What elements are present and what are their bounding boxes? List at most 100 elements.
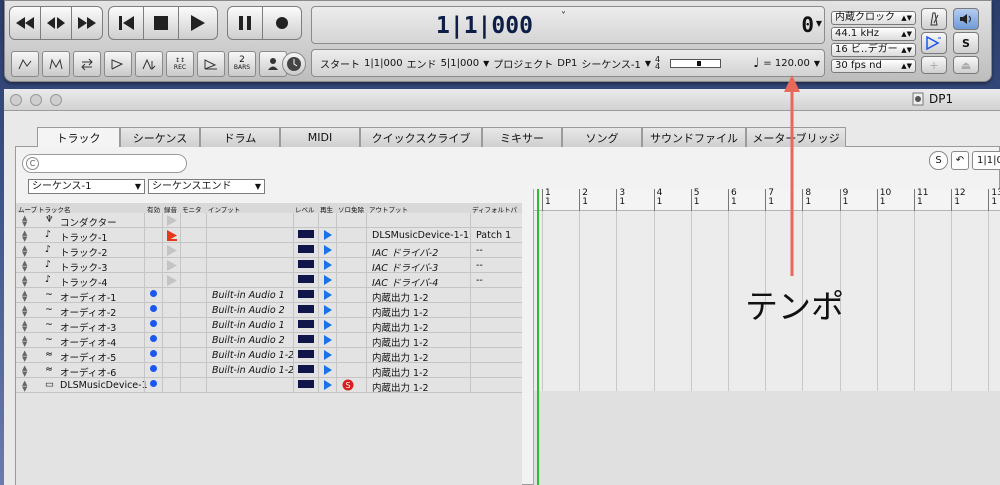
track-row[interactable]: ▲ ▼ ∼ オーディオ-4 Built-in Audio 2 内蔵出力 1-2: [16, 333, 522, 349]
track-row[interactable]: ▲ ▼ ♪ トラック-3 IAC ドライバ-3 --: [16, 258, 522, 274]
ruler-bar[interactable]: 11 1: [914, 189, 928, 211]
track-output[interactable]: 内蔵出力 1-2: [372, 290, 429, 304]
track-name[interactable]: DLSMusicDevice-1: [60, 380, 148, 391]
return-to-zero-button[interactable]: [108, 6, 144, 40]
timeline-s-button[interactable]: S: [929, 151, 948, 170]
frame-rate-select[interactable]: 30 fps nd ▲▼: [831, 59, 916, 73]
ruler-bar[interactable]: 12 1: [951, 189, 966, 211]
tab-5[interactable]: ミキサー: [482, 127, 562, 147]
level-meter[interactable]: [298, 290, 314, 298]
ruler-bar[interactable]: 71: [765, 189, 774, 211]
move-handle-icon[interactable]: ▲ ▼: [22, 305, 27, 318]
pause-button[interactable]: [227, 6, 263, 40]
speaker-button[interactable]: [953, 8, 979, 30]
record-enable-icon[interactable]: [167, 275, 177, 286]
track-input[interactable]: Built-in Audio 1: [212, 320, 285, 331]
column-header-5[interactable]: インプット: [208, 204, 240, 213]
track-name[interactable]: トラック-2: [60, 245, 107, 259]
track-input[interactable]: Built-in Audio 2: [212, 335, 285, 346]
move-handle-icon[interactable]: ▲ ▼: [22, 275, 27, 288]
fast-forward-button[interactable]: [71, 6, 103, 40]
enabled-dot-icon[interactable]: [150, 365, 157, 372]
sample-rate-select[interactable]: 44.1 kHz ▲▼: [831, 27, 916, 41]
track-patch[interactable]: Patch 1: [476, 230, 511, 241]
track-input[interactable]: Built-in Audio 1-2: [212, 365, 294, 376]
metronome-button[interactable]: [921, 8, 947, 30]
track-row[interactable]: ▲ ▼ ▭ DLSMusicDevice-1 S 内蔵出力 1-2: [16, 378, 522, 394]
level-meter[interactable]: [298, 380, 314, 388]
meter-signature[interactable]: 44: [655, 56, 660, 71]
track-row[interactable]: ▲ ▼ ♪ トラック-4 IAC ドライバ-4 --: [16, 273, 522, 289]
column-header-0[interactable]: ムーブ: [18, 204, 37, 213]
level-meter[interactable]: [298, 335, 314, 343]
track-output[interactable]: IAC ドライバ-3: [372, 260, 438, 274]
track-row[interactable]: ▲ ▼ ≈ オーディオ-6 Built-in Audio 1-2 内蔵出力 1-2: [16, 363, 522, 379]
column-header-9[interactable]: アウトプット: [369, 204, 408, 213]
move-handle-icon[interactable]: ▲ ▼: [22, 260, 27, 273]
metronome-mode-button[interactable]: [135, 51, 163, 77]
playthru-button[interactable]: [921, 32, 947, 54]
track-row[interactable]: ▲ ▼ ∼ オーディオ-3 Built-in Audio 1 内蔵出力 1-2: [16, 318, 522, 334]
return-arrow-icon[interactable]: ↶: [951, 151, 969, 170]
column-header-3[interactable]: 録音: [164, 204, 177, 213]
shuttle-button[interactable]: [40, 6, 72, 40]
ruler-bar[interactable]: 21: [579, 189, 588, 211]
track-name[interactable]: オーディオ-6: [60, 365, 116, 379]
eject-button[interactable]: ⏏: [953, 56, 979, 74]
close-icon[interactable]: [10, 94, 22, 106]
track-name[interactable]: オーディオ-2: [60, 305, 116, 319]
play-enable-icon[interactable]: [324, 275, 332, 285]
counter-dropdown-icon[interactable]: ▼: [816, 19, 822, 28]
ruler-bar[interactable]: 11: [542, 189, 551, 211]
enabled-dot-icon[interactable]: [150, 305, 157, 312]
rewind-button[interactable]: [9, 6, 41, 40]
enabled-dot-icon[interactable]: [150, 335, 157, 342]
zoom-icon[interactable]: [50, 94, 62, 106]
track-name[interactable]: オーディオ-4: [60, 335, 116, 349]
track-patch[interactable]: --: [476, 245, 483, 256]
tempo-slider[interactable]: [670, 58, 722, 68]
play-button[interactable]: [178, 6, 218, 40]
track-row[interactable]: ▲ ▼ ♪ トラック-2 IAC ドライバ-2 --: [16, 243, 522, 259]
ruler-bar[interactable]: 81: [802, 189, 811, 211]
record-button[interactable]: [262, 6, 302, 40]
level-meter[interactable]: [298, 350, 314, 358]
main-counter-display[interactable]: 1|1|000 ˅ 0 ▼: [311, 6, 825, 44]
punch-in-button[interactable]: [104, 51, 132, 77]
play-enable-icon[interactable]: [324, 230, 332, 240]
move-handle-icon[interactable]: ▲ ▼: [22, 290, 27, 303]
enabled-dot-icon[interactable]: [150, 320, 157, 327]
tab-8[interactable]: メーターブリッジ: [746, 127, 846, 147]
timeline-ruler[interactable]: 1 1 2 1 3 1 4 1 5 1 6 1 7 1 8 1 9 1 10 1 11 1 12 1 13 1: [534, 189, 1000, 211]
track-input[interactable]: Built-in Audio 1-2: [212, 350, 294, 361]
end-dropdown-icon[interactable]: ▼: [483, 59, 489, 68]
play-enable-icon[interactable]: [324, 260, 332, 270]
track-output[interactable]: 内蔵出力 1-2: [372, 320, 429, 334]
level-meter[interactable]: [298, 245, 314, 253]
ruler-bar[interactable]: 31: [616, 189, 625, 211]
track-output[interactable]: IAC ドライバ-2: [372, 245, 438, 259]
enabled-dot-icon[interactable]: [150, 380, 157, 387]
countoff-button[interactable]: 2 BARS: [228, 51, 256, 77]
track-output[interactable]: 内蔵出力 1-2: [372, 350, 429, 364]
timeline-position[interactable]: 1|1|0: [972, 151, 1000, 170]
track-name[interactable]: オーディオ-3: [60, 320, 116, 334]
enabled-dot-icon[interactable]: [150, 290, 157, 297]
window-titlebar[interactable]: DP1: [4, 89, 1000, 111]
track-output[interactable]: 内蔵出力 1-2: [372, 365, 429, 379]
track-patch[interactable]: --: [476, 260, 483, 271]
track-name[interactable]: コンダクター: [60, 215, 117, 229]
move-handle-icon[interactable]: ▲ ▼: [22, 215, 27, 228]
play-enable-icon[interactable]: [324, 290, 332, 300]
bit-depth-select[interactable]: 16 ビ‥デガー ▲▼: [831, 43, 916, 57]
minimize-icon[interactable]: [30, 94, 42, 106]
move-handle-icon[interactable]: ▲ ▼: [22, 230, 27, 243]
move-handle-icon[interactable]: ▲ ▼: [22, 245, 27, 258]
move-handle-icon[interactable]: ▲ ▼: [22, 380, 27, 393]
track-output[interactable]: 内蔵出力 1-2: [372, 305, 429, 319]
solo-button[interactable]: S: [953, 32, 979, 54]
track-row[interactable]: ▲ ▼ ♆ コンダクター: [16, 213, 522, 229]
level-meter[interactable]: [298, 305, 314, 313]
memory-cycle-button[interactable]: [42, 51, 70, 77]
level-meter[interactable]: [298, 320, 314, 328]
